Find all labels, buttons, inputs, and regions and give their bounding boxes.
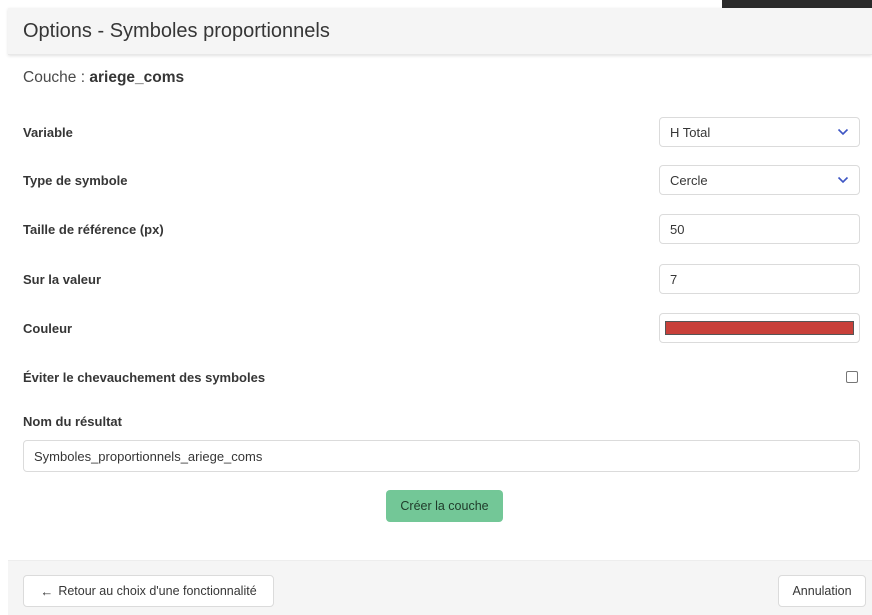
- arrow-left-icon: ←: [40, 583, 54, 599]
- color-picker[interactable]: [659, 313, 860, 343]
- reference-size-value: 50: [670, 221, 685, 237]
- color-swatch: [665, 321, 854, 335]
- layer-name: ariege_coms: [89, 69, 185, 86]
- variable-select[interactable]: H Total: [659, 117, 860, 147]
- backdrop-strip: [722, 0, 872, 8]
- variable-row: Variable H Total: [23, 117, 860, 147]
- create-layer-button[interactable]: Créer la couche: [386, 490, 503, 522]
- back-button-label: Retour au choix d'une fonctionnalité: [58, 584, 257, 598]
- color-row: Couleur: [23, 313, 860, 343]
- chevron-down-icon: [837, 128, 849, 136]
- variable-select-value: H Total: [670, 124, 711, 140]
- symbol-type-select-value: Cercle: [670, 172, 708, 188]
- avoid-overlap-row: Éviter le chevauchement des symboles: [23, 369, 860, 385]
- on-value-label: Sur la valeur: [23, 271, 102, 287]
- on-value-value: 7: [670, 271, 678, 287]
- symbol-type-row: Type de symbole Cercle: [23, 165, 860, 195]
- modal-header: Options - Symboles proportionnels: [8, 8, 872, 55]
- result-name-input[interactable]: Symboles_proportionnels_ariege_coms: [23, 440, 860, 472]
- modal-footer: ← Retour au choix d'une fonctionnalité A…: [8, 560, 872, 615]
- result-name-label: Nom du résultat: [23, 414, 122, 429]
- avoid-overlap-checkbox[interactable]: [846, 371, 858, 383]
- result-name-value: Symboles_proportionnels_ariege_coms: [34, 448, 263, 464]
- on-value-row: Sur la valeur 7: [23, 264, 860, 294]
- symbol-type-select[interactable]: Cercle: [659, 165, 860, 195]
- chevron-down-icon: [837, 176, 849, 184]
- reference-size-row: Taille de référence (px) 50: [23, 214, 860, 244]
- modal-title: Options - Symboles proportionnels: [23, 19, 330, 42]
- back-button[interactable]: ← Retour au choix d'une fonctionnalité: [23, 575, 274, 607]
- options-modal: Options - Symboles proportionnels Couche…: [8, 8, 872, 615]
- avoid-overlap-label: Éviter le chevauchement des symboles: [23, 369, 266, 385]
- layer-line: Couche : ariege_coms: [23, 69, 184, 87]
- reference-size-input[interactable]: 50: [659, 214, 860, 244]
- color-label: Couleur: [23, 320, 73, 336]
- on-value-input[interactable]: 7: [659, 264, 860, 294]
- cancel-button[interactable]: Annulation: [778, 575, 866, 607]
- reference-size-label: Taille de référence (px): [23, 221, 164, 237]
- variable-label: Variable: [23, 124, 73, 140]
- modal-body: Couche : ariege_coms Variable H Total Ty…: [8, 55, 872, 560]
- symbol-type-label: Type de symbole: [23, 172, 128, 188]
- layer-prefix: Couche :: [23, 69, 86, 86]
